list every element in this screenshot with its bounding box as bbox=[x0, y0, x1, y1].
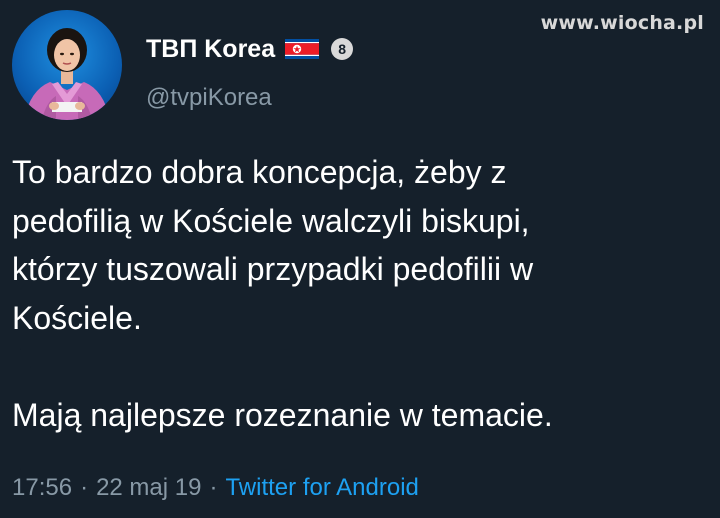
tweet-source-link[interactable]: Twitter for Android bbox=[225, 474, 418, 502]
tweet-time[interactable]: 17:56 bbox=[12, 474, 72, 502]
north-korea-flag-icon bbox=[285, 39, 320, 59]
name-row: ТВП Korea 8 bbox=[146, 32, 354, 66]
tweet-text: To bardzo dobra koncepcja, żeby z pedofi… bbox=[12, 154, 553, 433]
display-name[interactable]: ТВП Korea bbox=[146, 35, 275, 64]
user-handle[interactable]: @tvpiKorea bbox=[146, 84, 272, 112]
meta-separator: · bbox=[80, 474, 89, 501]
meta-separator: · bbox=[209, 474, 218, 501]
numbered-badge-icon: 8 bbox=[331, 38, 354, 60]
avatar[interactable] bbox=[12, 10, 122, 120]
tweet-date[interactable]: 22 maj 19 bbox=[96, 474, 201, 502]
avatar-portrait-icon bbox=[24, 28, 110, 120]
tweet-header: ТВП Korea 8 @tvpiKorea bbox=[12, 10, 712, 120]
tweet-meta: 17:56 · 22 maj 19 · Twitter for Android bbox=[12, 474, 419, 502]
